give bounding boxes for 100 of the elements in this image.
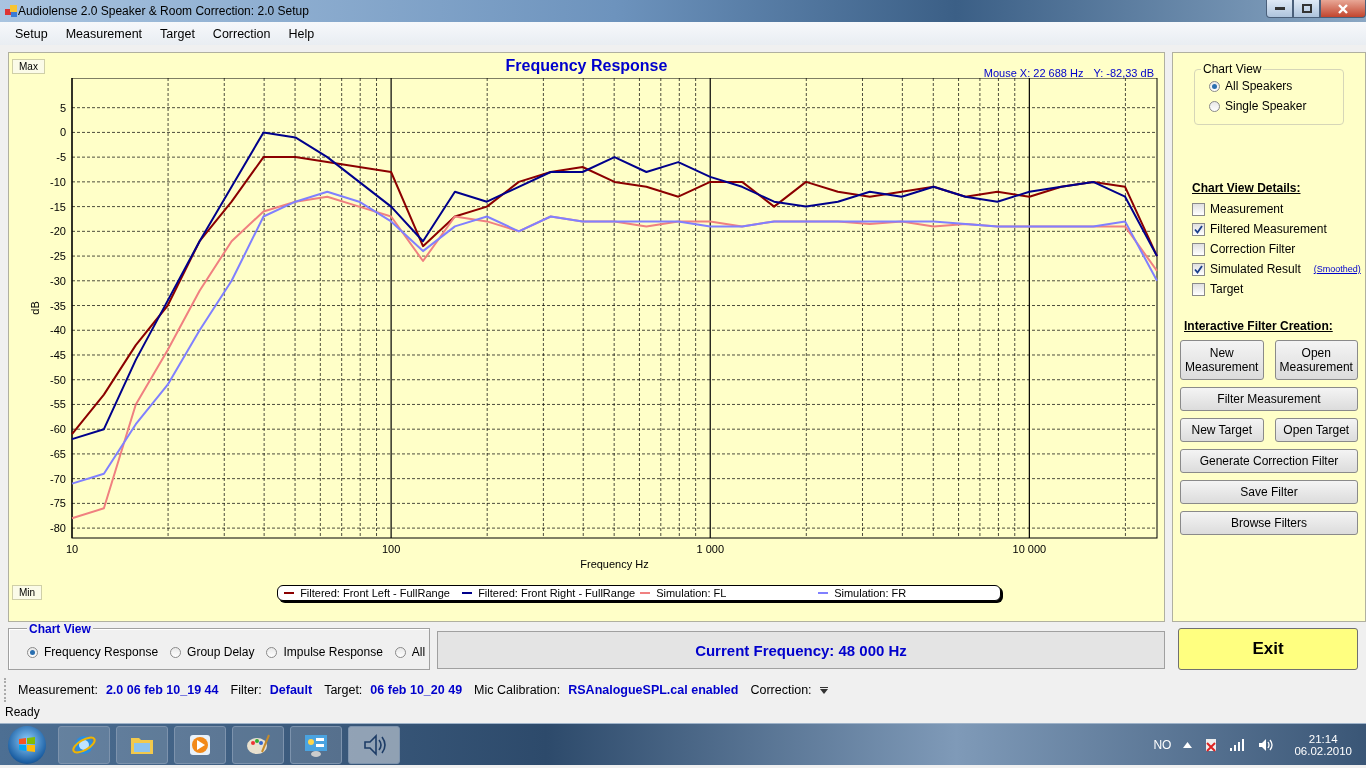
- clock-time[interactable]: 21:14: [1308, 732, 1338, 745]
- min-button[interactable]: Min: [12, 584, 43, 600]
- tick-label: 100: [381, 543, 401, 555]
- smoothed-link[interactable]: (Smoothed): [1313, 264, 1361, 274]
- minimize-icon: [1274, 6, 1285, 11]
- chart-title: Frequency Response: [505, 57, 668, 75]
- signal-icon[interactable]: [1230, 738, 1247, 751]
- axis-title: Frequency Hz: [580, 558, 649, 570]
- tick-label: 5: [59, 101, 66, 114]
- menu-item[interactable]: Setup: [6, 26, 57, 41]
- power-icon[interactable]: [1204, 736, 1219, 753]
- menu-item[interactable]: Correction: [203, 26, 280, 41]
- status-label: Target:: [324, 683, 363, 697]
- current-frequency: Current Frequency: 48 000 Hz: [437, 631, 1165, 669]
- status-text: Ready: [4, 704, 41, 721]
- checkbox[interactable]: [1192, 242, 1205, 256]
- tick-label: 10 000: [1012, 543, 1047, 555]
- checkbox-label: Filtered Measurement: [1210, 222, 1327, 236]
- tick-label: -15: [50, 200, 66, 213]
- status-label: Filter:: [230, 683, 262, 697]
- group-title: Chart View: [1201, 62, 1264, 76]
- tick-label: -5: [56, 151, 66, 164]
- radio-button[interactable]: [394, 646, 406, 658]
- speaker-icon: [361, 731, 387, 758]
- window-title: Audiolense 2.0 Speaker & Room Correction: 2.0 Setup: [18, 4, 309, 18]
- status-label: Correction:: [750, 683, 812, 697]
- action-button[interactable]: Filter Measurement: [1180, 387, 1358, 411]
- tick-label: -20: [50, 225, 66, 238]
- dropdown-icon[interactable]: [819, 686, 828, 694]
- checkbox-label: Target: [1210, 282, 1244, 296]
- taskbar-button[interactable]: [174, 725, 226, 764]
- radio-label: All: [411, 645, 426, 659]
- tick-label: -65: [50, 447, 66, 460]
- checkbox[interactable]: [1192, 222, 1205, 236]
- tick-label: -25: [50, 250, 66, 263]
- action-button[interactable]: Save Filter: [1180, 480, 1358, 504]
- tick-label: -40: [50, 324, 66, 337]
- volume-icon[interactable]: [1258, 737, 1275, 752]
- legend-label: Filtered: Front Left - FullRange: [300, 587, 450, 599]
- checkbox-label: Correction Filter: [1210, 242, 1296, 256]
- close-icon: [1338, 3, 1348, 14]
- status-value: Default: [269, 683, 313, 697]
- app-icon: [4, 4, 18, 18]
- start-button[interactable]: [8, 725, 46, 764]
- taskbar-button[interactable]: [348, 725, 400, 764]
- language-indicator[interactable]: NO: [1153, 737, 1172, 752]
- taskbar-button[interactable]: [232, 725, 284, 764]
- action-button[interactable]: New Target: [1180, 418, 1264, 442]
- status-value: RSAnalogueSPL.cal enabled: [568, 683, 739, 697]
- axis-title: dB: [29, 301, 41, 315]
- checkbox-label: Simulated Result: [1210, 262, 1301, 276]
- radio-button[interactable]: [1209, 100, 1220, 112]
- section-heading: Interactive Filter Creation:: [1184, 319, 1334, 333]
- windows-icon: [18, 735, 36, 754]
- checkbox[interactable]: [1192, 282, 1205, 296]
- checkbox[interactable]: [1192, 202, 1205, 216]
- close-button[interactable]: [1320, 0, 1366, 18]
- maximize-icon: [1301, 4, 1312, 13]
- mouse-x-readout: Mouse X: 22 688 Hz: [983, 67, 1084, 79]
- action-button[interactable]: Open Target: [1274, 418, 1358, 442]
- tick-label: -70: [50, 472, 66, 485]
- tick-label: -50: [50, 373, 66, 386]
- radio-button[interactable]: [266, 646, 278, 658]
- check-icon: [1194, 264, 1203, 274]
- taskbar-button[interactable]: [290, 725, 342, 764]
- action-button[interactable]: Generate Correction Filter: [1180, 449, 1358, 473]
- action-button[interactable]: Browse Filters: [1180, 511, 1358, 535]
- menu-item[interactable]: Measurement: [56, 26, 152, 41]
- menu-item[interactable]: Help: [279, 26, 324, 41]
- caret-icon[interactable]: [1183, 741, 1193, 748]
- check-icon: [1194, 224, 1203, 234]
- legend-label: Simulation: FL: [656, 587, 727, 599]
- tick-label: 1 000: [696, 543, 724, 555]
- radio-button[interactable]: [1209, 80, 1220, 92]
- radio-button[interactable]: [170, 646, 182, 658]
- tick-label: 0: [59, 126, 66, 139]
- status-value: 2.0 06 feb 10_19 44: [105, 683, 219, 697]
- tick-label: -45: [50, 349, 66, 361]
- tick-label: -60: [50, 423, 66, 436]
- radio-button[interactable]: [27, 646, 38, 658]
- minimize-button[interactable]: [1266, 0, 1293, 18]
- radio-label: Frequency Response: [44, 645, 159, 659]
- mouse-y-readout: Y: -82,33 dB: [1093, 67, 1154, 79]
- radio-label: Impulse Response: [283, 645, 383, 659]
- checkbox[interactable]: [1192, 262, 1205, 276]
- max-button[interactable]: Max: [12, 59, 45, 74]
- action-button[interactable]: New Measurement: [1180, 340, 1264, 380]
- maximize-button[interactable]: [1293, 0, 1320, 18]
- taskbar-button[interactable]: [116, 725, 168, 764]
- radio-label: All Speakers: [1225, 79, 1293, 93]
- clock-date[interactable]: 06.02.2010: [1294, 744, 1352, 757]
- action-button[interactable]: Open Measurement: [1274, 340, 1358, 380]
- exit-button[interactable]: Exit: [1178, 628, 1358, 670]
- checkbox-label: Measurement: [1210, 202, 1284, 216]
- tick-label: -10: [50, 175, 66, 188]
- menu-item[interactable]: Target: [151, 26, 204, 41]
- group-title: Chart View: [27, 622, 93, 636]
- taskbar-button[interactable]: [58, 725, 110, 764]
- tick-label: -80: [50, 522, 66, 535]
- status-label: Mic Calibration:: [474, 683, 561, 697]
